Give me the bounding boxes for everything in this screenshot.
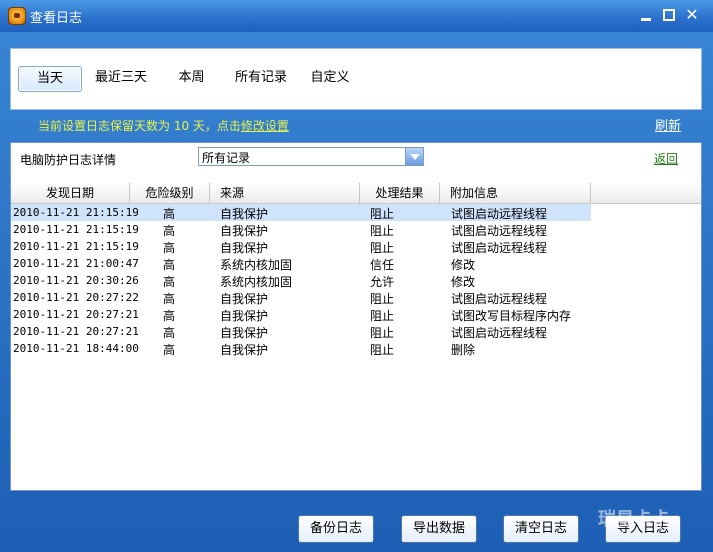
cell-source: 自我保护 xyxy=(220,326,269,340)
cell-date: 2010-11-21 20:30:26 xyxy=(13,274,139,287)
cell-level: 高 xyxy=(163,292,176,306)
cell-result: 阻止 xyxy=(370,292,395,306)
clear-log-button[interactable]: 清空日志 xyxy=(503,515,579,543)
date-range-tabs: 当天 最近三天 本周 所有记录 自定义 xyxy=(10,48,702,110)
cell-date: 2010-11-21 20:27:21 xyxy=(13,308,139,321)
cell-result: 阻止 xyxy=(370,224,395,238)
back-link[interactable]: 返回 xyxy=(654,150,678,167)
cell-source: 系统内核加固 xyxy=(220,258,293,272)
cell-result: 阻止 xyxy=(370,309,395,323)
cell-level: 高 xyxy=(163,241,176,255)
table-row[interactable]: 2010-11-21 20:30:26 高 系统内核加固 允许 修改 xyxy=(11,272,701,289)
cell-source: 自我保护 xyxy=(220,309,269,323)
table-row[interactable]: 2010-11-21 20:27:21 高 自我保护 阻止 试图改写目标程序内存 xyxy=(11,306,701,323)
cell-date: 2010-11-21 21:15:19 xyxy=(13,240,139,253)
cell-date: 2010-11-21 20:27:22 xyxy=(13,291,139,304)
backup-log-button[interactable]: 备份日志 xyxy=(298,515,374,543)
log-detail-label: 电脑防护日志详情 xyxy=(20,153,117,167)
table-row[interactable]: 2010-11-21 20:27:22 高 自我保护 阻止 试图启动远程线程 xyxy=(11,289,701,306)
table-header: 发现日期 危险级别 来源 处理结果 附加信息 xyxy=(11,183,701,204)
log-filter-select[interactable]: 所有记录 xyxy=(198,147,424,166)
log-panel: 电脑防护日志详情 所有记录 返回 发现日期 危险级别 来源 处理结果 附加信息 … xyxy=(10,142,702,491)
column-header-source[interactable]: 来源 xyxy=(210,183,360,203)
column-header-extra[interactable]: 附加信息 xyxy=(440,183,591,203)
cell-level: 高 xyxy=(163,326,176,340)
table-row[interactable]: 2010-11-21 21:15:19 高 自我保护 阻止 试图启动远程线程 xyxy=(11,238,701,255)
cell-result: 阻止 xyxy=(370,326,395,340)
cell-extra: 试图启动远程线程 xyxy=(451,207,548,221)
watermark: 瑞星卡卡 xyxy=(598,509,670,530)
cell-level: 高 xyxy=(163,258,176,272)
cell-level: 高 xyxy=(163,309,176,323)
cell-extra: 试图启动远程线程 xyxy=(451,292,548,306)
cell-level: 高 xyxy=(163,224,176,238)
tab-today[interactable]: 当天 xyxy=(18,66,82,92)
cell-source: 系统内核加固 xyxy=(220,275,293,289)
cell-source: 自我保护 xyxy=(220,207,269,221)
table-row[interactable]: 2010-11-21 18:44:00 高 自我保护 阻止 删除 xyxy=(11,340,701,357)
cell-extra: 删除 xyxy=(451,343,476,357)
column-header-level[interactable]: 危险级别 xyxy=(130,183,210,203)
close-icon[interactable]: ✕ xyxy=(685,7,699,23)
cell-source: 自我保护 xyxy=(220,343,269,357)
column-header-empty xyxy=(591,183,700,203)
tab-custom[interactable]: 自定义 xyxy=(305,66,355,90)
chevron-down-icon[interactable] xyxy=(405,148,423,165)
tab-this-week[interactable]: 本周 xyxy=(169,66,214,90)
tab-last-three-days[interactable]: 最近三天 xyxy=(91,66,151,90)
retention-notice: 当前设置日志保留天数为 10 天，点击修改设置 xyxy=(38,117,289,134)
cell-source: 自我保护 xyxy=(220,224,269,238)
cell-date: 2010-11-21 21:00:47 xyxy=(13,257,139,270)
app-shield-icon xyxy=(8,7,26,25)
cell-source: 自我保护 xyxy=(220,292,269,306)
cell-result: 阻止 xyxy=(370,207,395,221)
minimize-icon[interactable] xyxy=(639,8,653,22)
cell-extra: 修改 xyxy=(451,258,476,272)
log-viewer-window: 查看日志 ✕ 当天 最近三天 本周 所有记录 自定义 当前设置日志保留天数为 1… xyxy=(0,0,713,552)
export-data-button[interactable]: 导出数据 xyxy=(401,515,477,543)
modify-settings-link[interactable]: 修改设置 xyxy=(241,119,289,133)
cell-level: 高 xyxy=(163,207,176,221)
cell-result: 允许 xyxy=(370,275,395,289)
cell-date: 2010-11-21 18:44:00 xyxy=(13,342,139,355)
table-row[interactable]: 2010-11-21 21:15:19 高 自我保护 阻止 试图启动远程线程 xyxy=(11,204,701,221)
table-row[interactable]: 2010-11-21 20:27:21 高 自我保护 阻止 试图启动远程线程 xyxy=(11,323,701,340)
cell-source: 自我保护 xyxy=(220,241,269,255)
refresh-link[interactable]: 刷新 xyxy=(655,115,681,134)
log-filter-value: 所有记录 xyxy=(202,151,251,165)
column-header-date[interactable]: 发现日期 xyxy=(11,183,130,203)
cell-extra: 修改 xyxy=(451,275,476,289)
table-row[interactable]: 2010-11-21 21:15:19 高 自我保护 阻止 试图启动远程线程 xyxy=(11,221,701,238)
retention-notice-text: 当前设置日志保留天数为 10 天，点击 xyxy=(38,119,241,133)
cell-level: 高 xyxy=(163,275,176,289)
tab-all-records[interactable]: 所有记录 xyxy=(233,66,289,90)
log-rows: 2010-11-21 21:15:19 高自我保护 阻止 试图启动远程线程 2010-1… xyxy=(11,204,701,357)
maximize-icon[interactable] xyxy=(662,8,676,22)
table-row[interactable]: 2010-11-21 21:00:47 高 系统内核加固 信任 修改 xyxy=(11,255,701,272)
window-title: 查看日志 xyxy=(30,11,83,26)
cell-result: 阻止 xyxy=(370,241,395,255)
column-header-result[interactable]: 处理结果 xyxy=(360,183,440,203)
title-bar: 查看日志 ✕ xyxy=(0,0,713,32)
cell-result: 阻止 xyxy=(370,343,395,357)
cell-extra: 试图改写目标程序内存 xyxy=(451,309,572,323)
cell-result: 信任 xyxy=(370,258,395,272)
cell-date: 2010-11-21 21:15:19 xyxy=(13,223,139,236)
cell-extra: 试图启动远程线程 xyxy=(451,326,548,340)
cell-extra: 试图启动远程线程 xyxy=(451,224,548,238)
cell-date: 2010-11-21 21:15:19 xyxy=(13,206,139,219)
cell-extra: 试图启动远程线程 xyxy=(451,241,548,255)
cell-level: 高 xyxy=(163,343,176,357)
cell-date: 2010-11-21 20:27:21 xyxy=(13,325,139,338)
